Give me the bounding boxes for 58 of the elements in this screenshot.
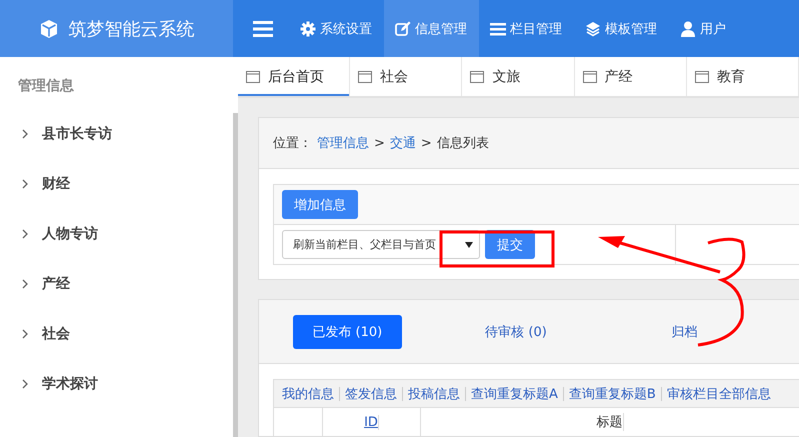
page-tab[interactable]: 社会 xyxy=(350,57,462,96)
nav-item[interactable]: 用户 xyxy=(669,0,738,57)
refresh-option-select[interactable]: 刷新当前栏目、父栏目与首页 xyxy=(282,230,480,259)
submit-button[interactable]: 提交 xyxy=(485,230,535,259)
add-info-button[interactable]: 增加信息 xyxy=(282,190,358,219)
page-tab[interactable]: 教育 xyxy=(686,57,799,96)
chevron-right-icon xyxy=(22,379,28,389)
status-tab[interactable]: 待审核 (0) xyxy=(462,314,570,348)
column-header: 标题 xyxy=(596,413,624,431)
breadcrumb-separator: > xyxy=(374,136,385,150)
window-icon xyxy=(694,70,709,82)
filter-link[interactable]: 查询重复标题A xyxy=(471,384,558,402)
page-tab[interactable]: 文旅 xyxy=(462,57,575,96)
window-icon xyxy=(470,70,484,82)
breadcrumb-text: 信息列表 xyxy=(436,135,489,152)
filter-link[interactable]: 审核栏目全部信息 xyxy=(666,384,771,402)
cube-icon xyxy=(38,18,58,38)
chevron-right-icon xyxy=(22,279,28,289)
filter-link[interactable]: 查询重复标题B xyxy=(568,384,656,402)
filter-link[interactable]: 我的信息 xyxy=(282,384,334,402)
list-icon xyxy=(490,20,506,36)
menu-icon[interactable] xyxy=(253,20,273,36)
nav-item[interactable]: 栏目管理 xyxy=(479,0,574,57)
status-tab[interactable]: 已发布 (10) xyxy=(293,314,402,348)
window-icon xyxy=(358,70,372,82)
page-tab[interactable]: 后台首页 xyxy=(238,57,350,96)
nav-item[interactable]: 模板管理 xyxy=(574,0,669,57)
layers-icon xyxy=(585,20,601,36)
sidebar-heading: 管理信息 xyxy=(17,77,75,96)
sidebar-item[interactable]: 产经 xyxy=(42,275,70,293)
window-icon xyxy=(246,70,260,82)
scrollbar[interactable] xyxy=(233,113,238,437)
chevron-right-icon xyxy=(22,329,28,339)
status-tab[interactable]: 归档 xyxy=(630,314,740,348)
app-title: 筑梦智能云系统 xyxy=(68,18,194,40)
sidebar-item[interactable]: 财经 xyxy=(42,175,70,193)
sidebar-item[interactable]: 学术探讨 xyxy=(42,375,98,393)
gear-icon xyxy=(300,20,316,36)
user-icon xyxy=(680,20,696,36)
sidebar-item[interactable]: 社会 xyxy=(42,325,70,343)
nav-item[interactable]: 系统设置 xyxy=(289,0,384,57)
breadcrumb-link[interactable]: 交通 xyxy=(390,134,416,152)
chevron-right-icon xyxy=(22,129,28,139)
nav-item[interactable]: 信息管理 xyxy=(384,0,479,57)
breadcrumb-separator: > xyxy=(420,136,432,150)
filter-link[interactable]: 签发信息 xyxy=(345,384,397,402)
filter-link[interactable]: 投稿信息 xyxy=(408,384,460,402)
chevron-right-icon xyxy=(22,229,28,239)
breadcrumb-link[interactable]: 管理信息 xyxy=(317,134,369,152)
page-tab[interactable]: 产经 xyxy=(574,57,687,96)
edit-icon xyxy=(395,20,411,36)
sidebar-item[interactable]: 县市长专访 xyxy=(42,125,112,143)
chevron-right-icon xyxy=(22,179,28,189)
breadcrumb-text: 位置： xyxy=(273,135,312,152)
sort-link[interactable]: ID xyxy=(364,414,379,430)
window-icon xyxy=(582,70,597,82)
caret-icon xyxy=(465,242,473,248)
sidebar-item[interactable]: 人物专访 xyxy=(42,225,98,243)
